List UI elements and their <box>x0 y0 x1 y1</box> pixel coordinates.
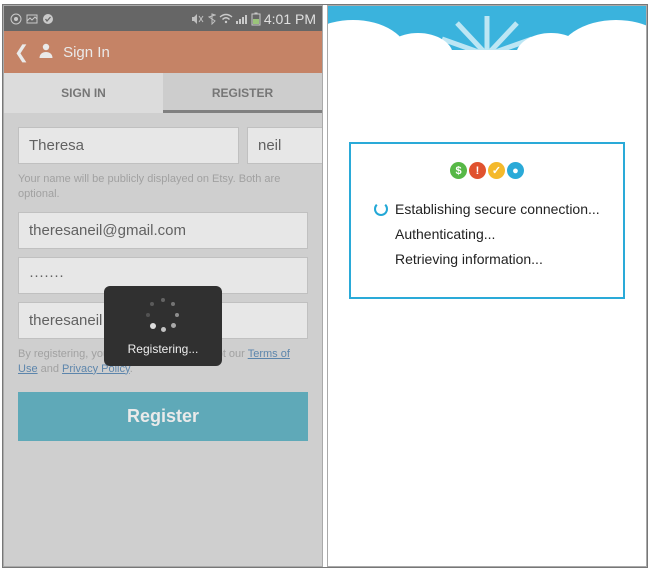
loading-spinner-icon <box>374 202 388 216</box>
toast-label: Registering... <box>128 342 199 356</box>
sunrays-icon <box>442 11 532 50</box>
status-text: Authenticating... <box>395 226 495 242</box>
check-circle-icon: ✓ <box>488 162 505 179</box>
registering-toast: Registering... <box>104 286 222 366</box>
sky-header <box>328 6 646 50</box>
left-device: 4:01 PM ❮ Sign In SIGN IN REGISTER Your … <box>3 5 323 567</box>
right-content: $ ! ✓ ● Establishing secure connection..… <box>328 50 646 299</box>
connection-status-card: $ ! ✓ ● Establishing secure connection..… <box>349 142 625 299</box>
chat-icon: ● <box>507 162 524 179</box>
status-row-connecting: Establishing secure connection... <box>373 201 611 217</box>
status-list: Establishing secure connection... Authen… <box>363 201 611 267</box>
feature-icons: $ ! ✓ ● <box>363 162 611 179</box>
dollar-icon: $ <box>450 162 467 179</box>
right-device: $ ! ✓ ● Establishing secure connection..… <box>327 5 647 567</box>
status-text: Retrieving information... <box>395 251 543 267</box>
status-row-retrieving: Retrieving information... <box>373 251 611 267</box>
status-row-authenticating: Authenticating... <box>373 226 611 242</box>
alert-icon: ! <box>469 162 486 179</box>
status-text: Establishing secure connection... <box>395 201 600 217</box>
spinner-icon <box>146 298 180 332</box>
